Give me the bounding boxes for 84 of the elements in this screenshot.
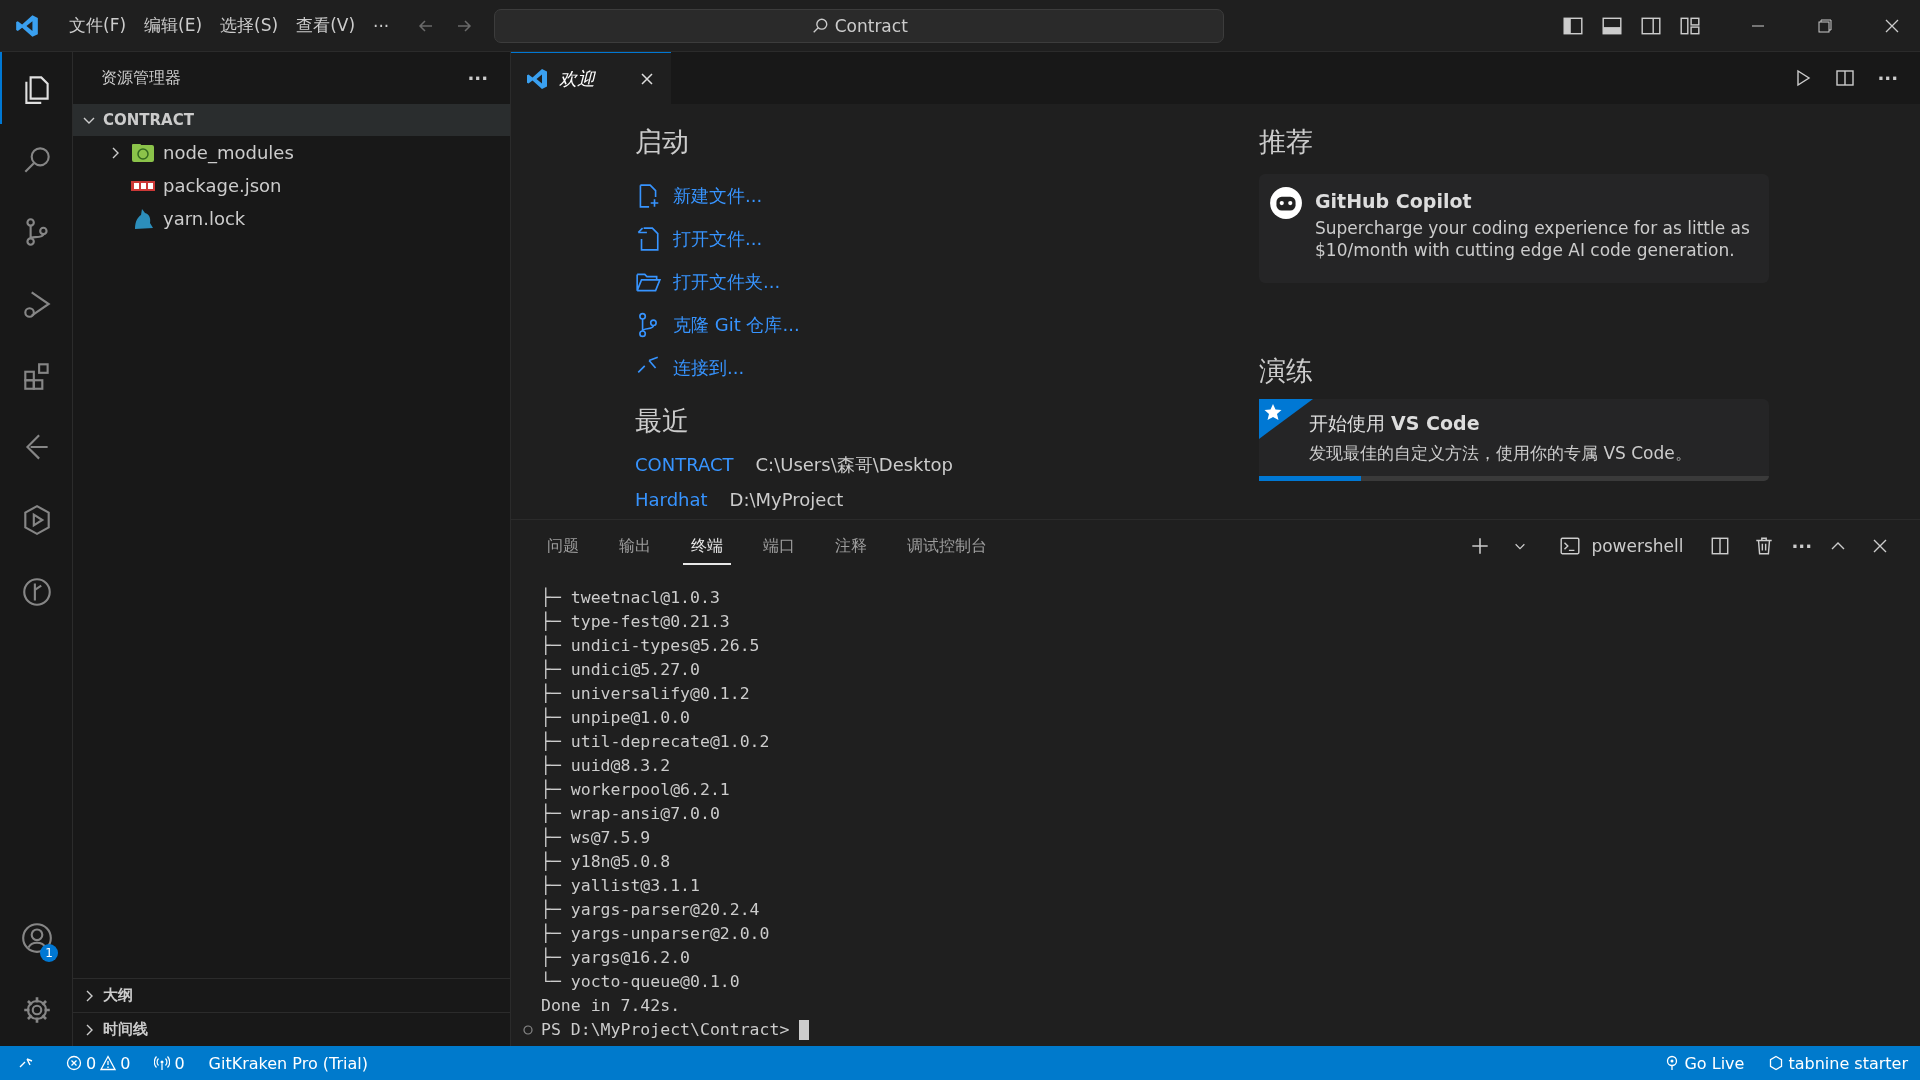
vscode-logo-icon — [525, 66, 549, 91]
status-item[interactable]: GitKraken Pro (Trial) — [196, 1053, 380, 1073]
split-editor-icon[interactable] — [1835, 68, 1856, 88]
status-item[interactable]: Go Live — [1652, 1053, 1757, 1073]
error-icon — [66, 1055, 82, 1071]
recent-project-link[interactable]: CONTRACT — [635, 454, 734, 475]
panel-tab[interactable]: 端口 — [755, 527, 803, 565]
copilot-icon — [1269, 186, 1303, 220]
panel-tab[interactable]: 输出 — [611, 527, 659, 565]
warning-icon — [100, 1055, 117, 1071]
terminal-line: ├─ undici@5.27.0 — [541, 658, 701, 681]
file-tree-item[interactable]: yarn.lock — [73, 202, 510, 235]
panel-tab[interactable]: 调试控制台 — [899, 527, 995, 565]
section-heading: 启动 — [635, 125, 690, 159]
terminal-line: ├─ yargs-parser@20.2.4 — [541, 898, 761, 921]
terminal-line: └─ yocto-queue@0.1.0 — [541, 970, 741, 993]
start-link[interactable]: 连接到... — [673, 355, 745, 380]
hexagon-icon — [1768, 1055, 1785, 1071]
recent-project-path: D:\MyProject — [729, 489, 844, 510]
terminal-line: ├─ ws@7.5.9 — [541, 826, 652, 849]
sidebar-title: 资源管理器 — [101, 67, 181, 89]
card-description: 发现最佳的自定义方法，使用你的专属 VS Code。 — [1309, 442, 1693, 465]
recent-project-link[interactable]: Hardhat — [635, 489, 708, 510]
ports-indicator[interactable]: 0 — [142, 1053, 197, 1073]
section-heading: 推荐 — [1259, 125, 1314, 159]
more-actions-button[interactable]: ··· — [467, 67, 488, 89]
folder-header[interactable]: CONTRACT — [73, 104, 510, 136]
editor-tab[interactable]: 欢迎 — [511, 52, 671, 104]
terminal-line: ├─ tweetnacl@1.0.3 — [541, 586, 721, 609]
section-heading: 演练 — [1259, 354, 1314, 389]
menu-item[interactable]: 文件(F) — [60, 10, 136, 41]
panel-tab[interactable]: 问题 — [539, 527, 587, 565]
prompt-circle-icon — [523, 1025, 533, 1035]
account-button[interactable]: 1 — [0, 902, 72, 974]
terminal-selector[interactable]: powershell — [1553, 535, 1684, 557]
sidebar-section[interactable]: 大纲 — [73, 978, 510, 1012]
close-icon[interactable] — [639, 70, 655, 87]
section-heading: 最近 — [635, 404, 690, 438]
recommendation-card[interactable]: GitHub Copilot Supercharge your coding experience for as little as $10/month with cutting edge AI code generation. — [1259, 174, 1769, 284]
card-description: Supercharge your coding experience for as little as $10/month with cutting edge AI code generation. — [1315, 217, 1751, 262]
vscode-logo-icon — [14, 12, 40, 39]
file-tree-item[interactable]: node_modules — [73, 136, 510, 169]
terminal-line: ├─ unpipe@1.0.0 — [541, 706, 691, 729]
terminal-line: Done in 7.42s. — [541, 995, 682, 1017]
start-link[interactable]: 新建文件... — [673, 183, 763, 208]
notification-badge: 1 — [40, 944, 58, 962]
terminal-line: ├─ undici-types@5.26.5 — [541, 634, 761, 657]
terminal-line: ├─ yargs@16.2.0 — [541, 946, 691, 969]
text-cursor — [799, 1020, 810, 1040]
antenna-icon — [154, 1055, 171, 1071]
more-actions-button[interactable]: ··· — [1877, 67, 1898, 89]
menu-item[interactable]: 查看(V) — [287, 10, 365, 41]
terminal-line: ├─ universalify@0.1.2 — [541, 682, 751, 705]
problems-indicator[interactable]: 0 0 — [54, 1053, 143, 1073]
terminal-line: ├─ util-deprecate@1.0.2 — [541, 730, 771, 753]
open-file-icon — [635, 225, 661, 252]
card-title: 开始使用 VS Code — [1309, 411, 1481, 437]
search-field[interactable]: Contract — [494, 8, 1225, 43]
terminal-line: ├─ yallist@3.1.1 — [541, 874, 701, 897]
folder-icon — [131, 142, 155, 163]
npm-icon — [131, 180, 155, 191]
terminal-prompt: PS D:\MyProject\Contract> — [541, 1019, 790, 1041]
terminal-icon — [1559, 535, 1582, 557]
recent-project-path: C:\Users\森哥\Desktop — [755, 452, 953, 477]
more-actions-button[interactable]: ··· — [1791, 535, 1812, 557]
terminal-line: ├─ y18n@5.0.8 — [541, 850, 672, 873]
menu-item[interactable]: ··· — [364, 11, 399, 40]
panel-tab[interactable]: 终端 — [683, 527, 731, 565]
account-icon — [20, 921, 54, 955]
terminal-line: ├─ wrap-ansi@7.0.0 — [541, 802, 721, 825]
panel-tab[interactable]: 注释 — [827, 527, 875, 565]
start-link[interactable]: 克隆 Git 仓库... — [673, 312, 800, 337]
start-link[interactable]: 打开文件... — [673, 226, 763, 251]
card-title: GitHub Copilot — [1315, 190, 1473, 212]
walkthrough-card[interactable]: 开始使用 VS Code 发现最佳的自定义方法，使用你的专属 VS Code。 — [1259, 399, 1769, 482]
terminal-line: ├─ type-fest@0.21.3 — [541, 610, 731, 633]
terminal-line: ├─ yargs-unparser@2.0.0 — [541, 922, 771, 945]
terminal-line: ├─ uuid@8.3.2 — [541, 754, 672, 777]
menu-item[interactable]: 选择(S) — [211, 10, 288, 41]
terminal-line: ├─ workerpool@6.2.1 — [541, 778, 731, 801]
file-tree-item[interactable]: package.json — [73, 169, 510, 202]
menu-item[interactable]: 编辑(E) — [135, 10, 212, 41]
start-link[interactable]: 打开文件夹... — [673, 269, 781, 294]
status-item[interactable]: tabnine starter — [1756, 1053, 1920, 1073]
